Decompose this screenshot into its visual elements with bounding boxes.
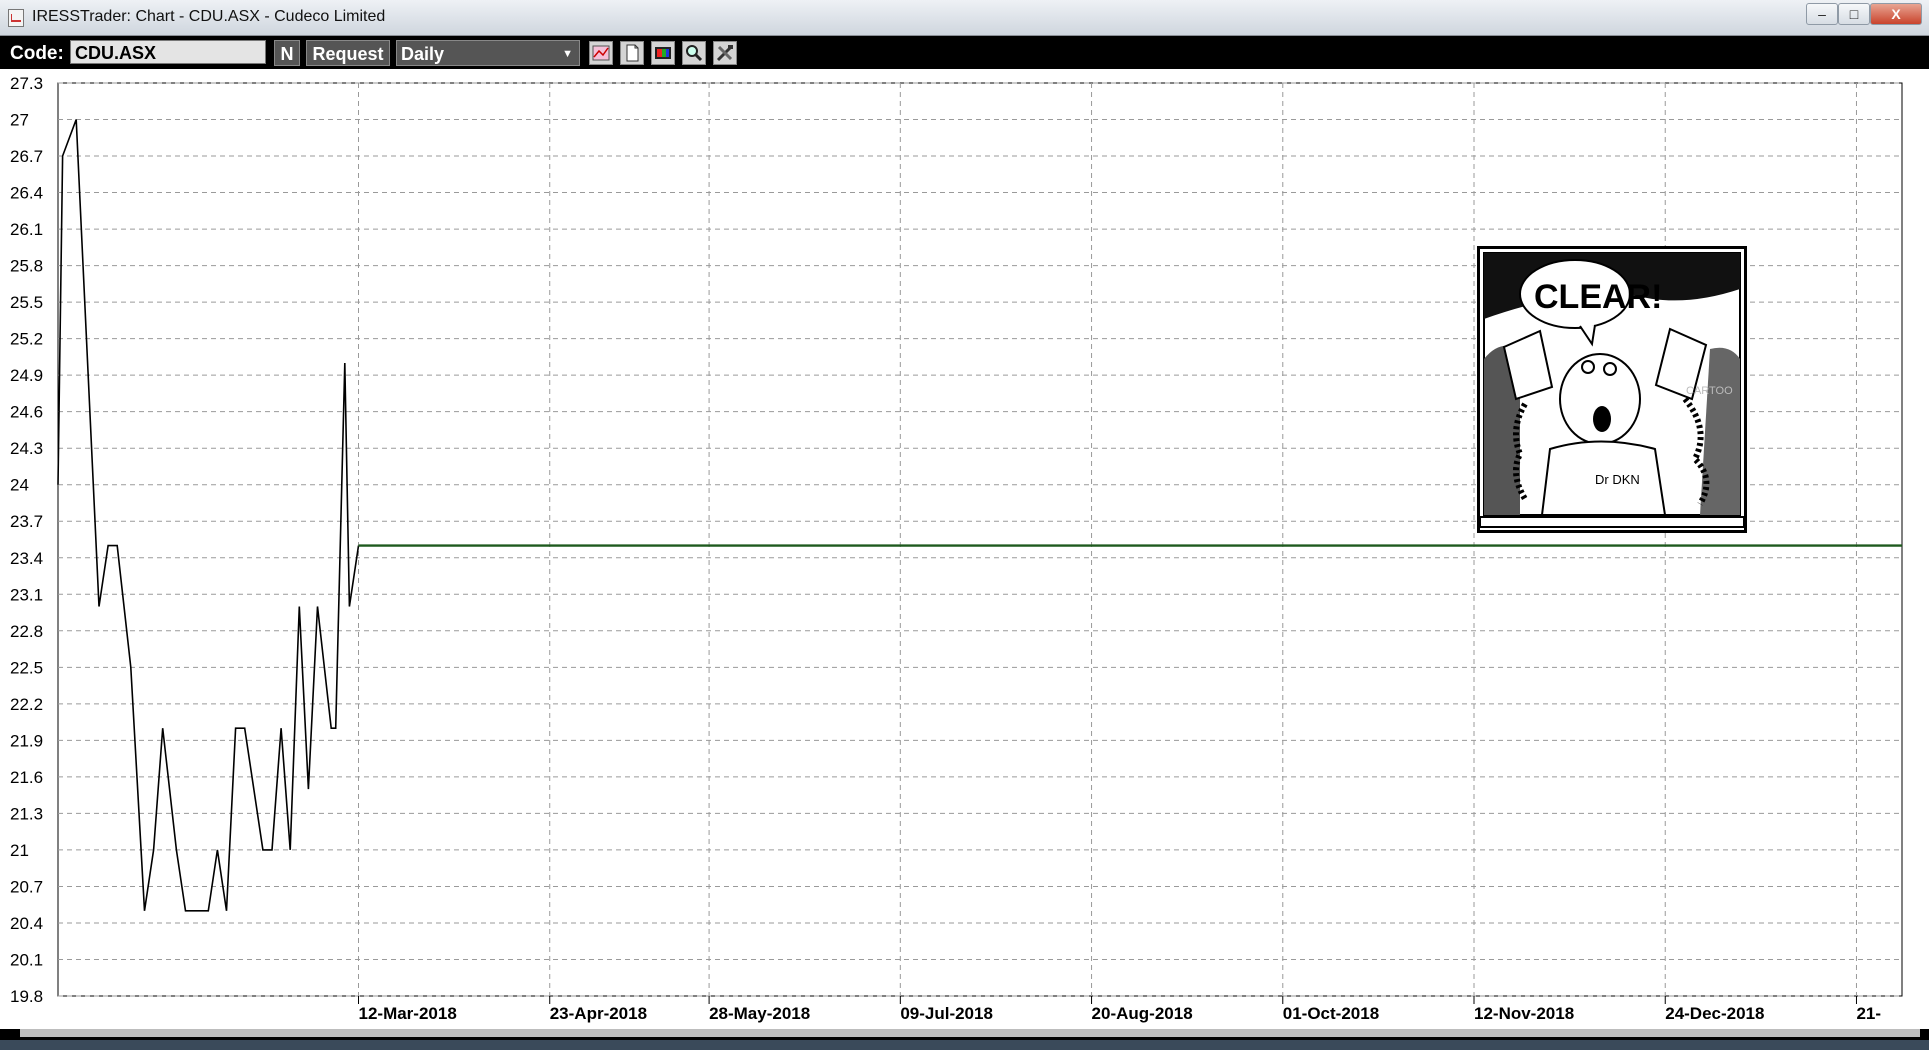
- y-tick-label: 20.7: [10, 877, 43, 896]
- taskbar: [0, 1040, 1929, 1050]
- y-tick-label: 22.8: [10, 622, 43, 641]
- x-tick-label: 20-Aug-2018: [1092, 1004, 1193, 1023]
- x-tick-label: 24-Dec-2018: [1665, 1004, 1764, 1023]
- toolbar: Code: CDU.ASX N Request Daily ▼: [0, 36, 1929, 69]
- y-tick-label: 25.5: [10, 293, 43, 312]
- maximize-button[interactable]: □: [1838, 3, 1870, 25]
- minimize-button[interactable]: –: [1806, 3, 1838, 25]
- plot-frame: [57, 82, 1903, 997]
- period-select[interactable]: Daily ▼: [396, 40, 580, 66]
- y-tick-label: 21: [10, 841, 29, 860]
- cartoon-image: CLEAR! Dr DKN CARTOO: [1477, 246, 1747, 533]
- y-tick-label: 23.4: [10, 549, 43, 568]
- y-tick-label: 22.2: [10, 695, 43, 714]
- y-tick-label: 20.1: [10, 950, 43, 969]
- y-tick-label: 21.9: [10, 731, 43, 750]
- chevron-down-icon: ▼: [562, 48, 573, 60]
- y-tick-label: 24.3: [10, 439, 43, 458]
- y-tick-label: 23.1: [10, 585, 43, 604]
- x-tick-label: 12-Mar-2018: [359, 1004, 457, 1023]
- chart-type-icon[interactable]: [589, 41, 613, 65]
- x-tick-label: 28-May-2018: [709, 1004, 810, 1023]
- y-tick-label: 24.9: [10, 366, 43, 385]
- color-palette-icon[interactable]: [651, 41, 675, 65]
- tools-icon[interactable]: [713, 41, 737, 65]
- x-tick-label: 21-: [1856, 1004, 1881, 1023]
- y-tick-label: 24.6: [10, 403, 43, 422]
- y-tick-label: 27: [10, 111, 29, 130]
- x-tick-label: 01-Oct-2018: [1283, 1004, 1379, 1023]
- title-bar: IRESSTrader: Chart - CDU.ASX - Cudeco Li…: [0, 0, 1929, 36]
- y-tick-label: 27.3: [10, 74, 43, 93]
- app-icon: [8, 9, 24, 27]
- y-tick-label: 20.4: [10, 914, 43, 933]
- price-chart[interactable]: 27.3 27 26.7 26.4 26.1 25.8 25.5 25.2 24.9 24.6 24…: [0, 69, 1929, 1029]
- code-label: Code:: [10, 43, 64, 64]
- window-title: IRESSTrader: Chart - CDU.ASX - Cudeco Li…: [32, 8, 386, 25]
- n-button[interactable]: N: [274, 40, 300, 66]
- y-tick-label: 21.6: [10, 768, 43, 787]
- x-tick-label: 23-Apr-2018: [550, 1004, 647, 1023]
- shirt-text: Dr DKN: [1595, 472, 1640, 487]
- speech-text: CLEAR!: [1534, 278, 1662, 316]
- y-tick-label: 19.8: [10, 987, 43, 1006]
- y-tick-label: 25.8: [10, 257, 43, 276]
- request-button[interactable]: Request: [306, 40, 390, 66]
- series-line-1: [57, 119, 360, 912]
- grid-layer: [57, 82, 1903, 997]
- y-tick-label: 21.3: [10, 804, 43, 823]
- y-tick-label: 26.4: [10, 184, 43, 203]
- y-tick-label: 23.7: [10, 512, 43, 531]
- chart-area[interactable]: 27.3 27 26.7 26.4 26.1 25.8 25.5 25.2 24.9 24.6 24…: [0, 69, 1929, 1029]
- watermark-text: CARTOO: [1686, 385, 1733, 397]
- page-icon[interactable]: [620, 41, 644, 65]
- horizontal-scrollbar[interactable]: [20, 1029, 1920, 1037]
- y-tick-label: 25.2: [10, 330, 43, 349]
- axis-layer: 27.3 27 26.7 26.4 26.1 25.8 25.5 25.2 24.9 24.6 24…: [10, 74, 1881, 1023]
- period-value: Daily: [401, 44, 445, 64]
- x-tick-label: 09-Jul-2018: [900, 1004, 993, 1023]
- zoom-icon[interactable]: [682, 41, 706, 65]
- close-button[interactable]: X: [1870, 3, 1922, 25]
- y-tick-label: 24: [10, 476, 29, 495]
- y-tick-label: 22.5: [10, 658, 43, 677]
- code-input[interactable]: CDU.ASX: [70, 40, 266, 64]
- y-tick-label: 26.7: [10, 147, 43, 166]
- x-tick-label: 12-Nov-2018: [1474, 1004, 1574, 1023]
- y-tick-label: 26.1: [10, 220, 43, 239]
